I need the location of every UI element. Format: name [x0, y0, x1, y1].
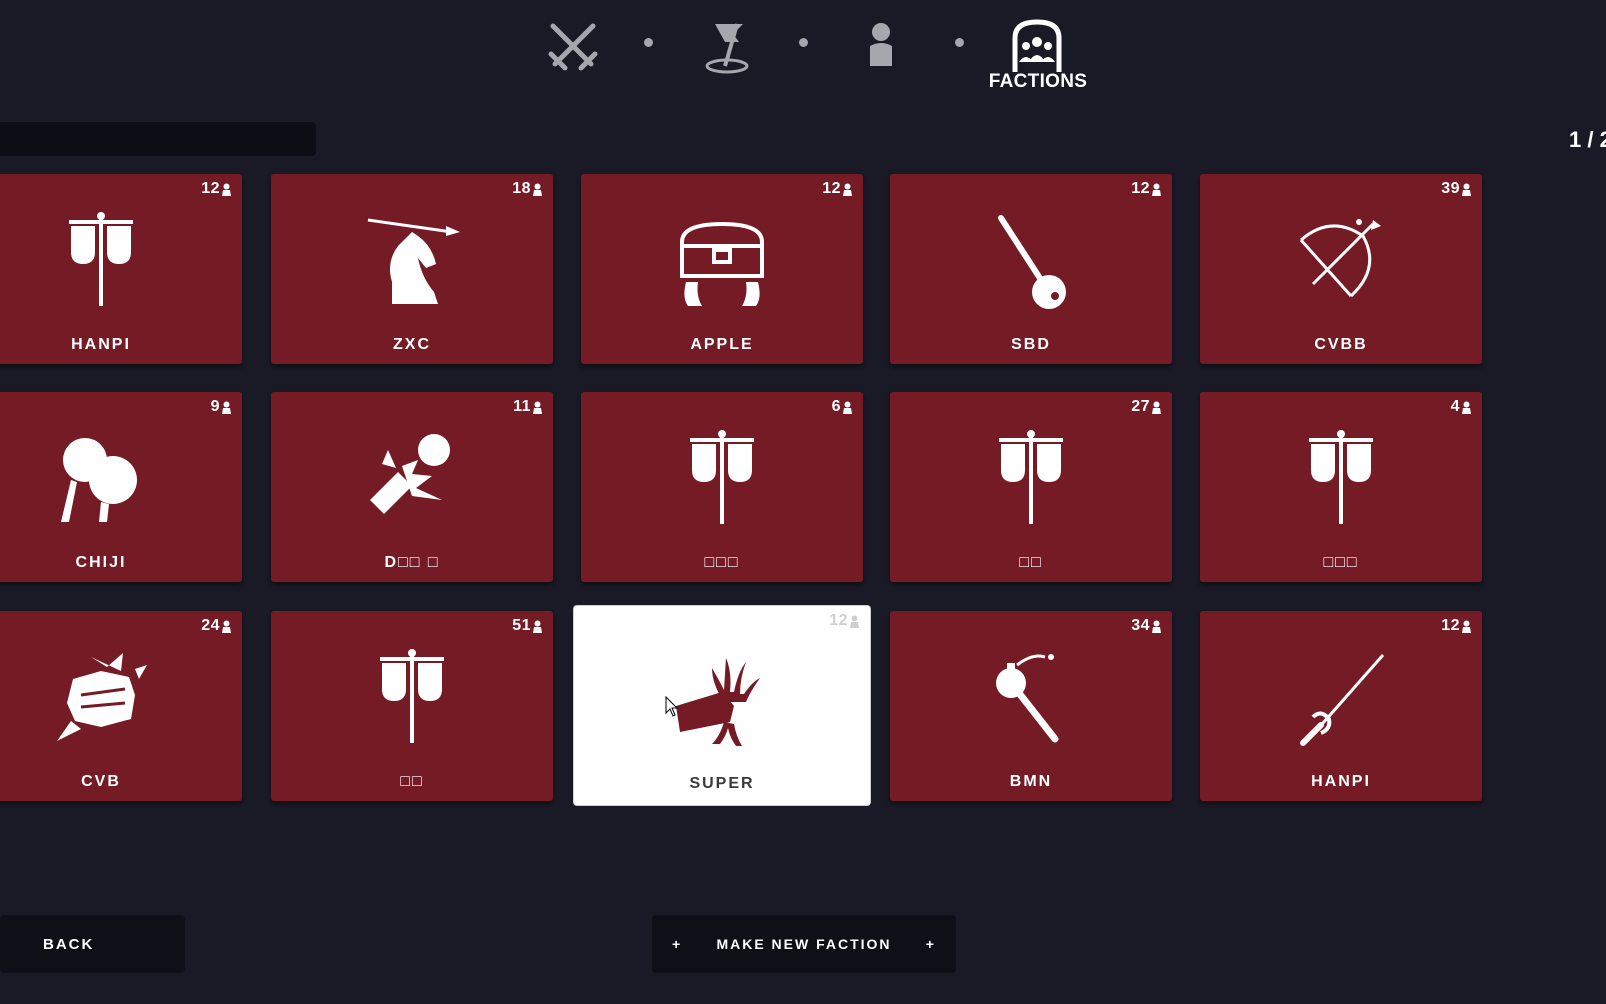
- make-new-faction-label: MAKE NEW FACTION: [716, 936, 892, 952]
- faction-card[interactable]: 18 ZXC: [271, 174, 553, 364]
- faction-name: □□□: [1323, 554, 1359, 571]
- pawn-icon: [533, 183, 542, 196]
- pawn-icon: [222, 620, 231, 633]
- pawn-icon: [843, 401, 852, 414]
- pawn-icon: [1152, 620, 1161, 633]
- back-button[interactable]: BACK: [0, 915, 185, 973]
- faction-card[interactable]: 12 HANPI: [0, 174, 242, 364]
- faction-name: □□: [400, 773, 424, 790]
- bow-icon: [1291, 212, 1391, 312]
- faction-group-icon[interactable]: [1009, 18, 1065, 74]
- mouse-cursor-icon: [665, 696, 679, 717]
- member-count: 18: [512, 180, 543, 198]
- faction-name: APPLE: [690, 336, 754, 353]
- plus-icon: +: [672, 936, 683, 952]
- faction-card[interactable]: 6 □□□: [581, 392, 863, 582]
- pawn-icon: [533, 401, 542, 414]
- rapier-icon: [1291, 649, 1391, 749]
- member-count: 12: [829, 612, 860, 630]
- flying-fist-icon: [362, 430, 462, 530]
- nav-separator-dot: [799, 38, 808, 47]
- member-count: 11: [513, 398, 543, 416]
- crossed-swords-icon[interactable]: [543, 16, 603, 76]
- horse-icon: [362, 212, 462, 312]
- member-count: 27: [1131, 398, 1162, 416]
- faction-name: HANPI: [1311, 773, 1371, 790]
- banjo-icon: [981, 212, 1081, 312]
- faction-card[interactable]: 11 D□□ □: [271, 392, 553, 582]
- active-step-label: FACTIONS: [988, 71, 1088, 92]
- member-count: 39: [1441, 180, 1472, 198]
- faction-name: ZXC: [393, 336, 431, 353]
- faction-name: CHIJI: [75, 554, 127, 571]
- member-count: 6: [832, 398, 853, 416]
- top-navigation: FACTIONS: [0, 0, 1606, 100]
- page-indicator: 1 / 2: [1569, 127, 1606, 152]
- banner-icon: [362, 649, 462, 749]
- faction-name: HANPI: [71, 336, 131, 353]
- pawn-icon: [843, 183, 852, 196]
- member-count: 12: [1441, 617, 1472, 635]
- pawn-icon: [222, 183, 231, 196]
- back-button-label: BACK: [43, 935, 95, 953]
- member-count: 12: [201, 180, 232, 198]
- banner-icon: [1291, 430, 1391, 530]
- member-count: 4: [1451, 398, 1472, 416]
- faction-card[interactable]: 51 □□: [271, 611, 553, 801]
- nav-separator-dot: [955, 38, 964, 47]
- pawn-icon: [1462, 620, 1471, 633]
- faction-name: CVB: [81, 773, 121, 790]
- flag-icon[interactable]: [697, 16, 757, 76]
- faction-name: CVBB: [1314, 336, 1368, 353]
- trees-icon: [51, 430, 151, 530]
- faction-card[interactable]: 12 APPLE: [581, 174, 863, 364]
- faction-card[interactable]: 9 CHIJI: [0, 392, 242, 582]
- fist-icon: [51, 649, 151, 749]
- faction-search-input[interactable]: [0, 122, 316, 156]
- faction-card[interactable]: 12 SBD: [890, 174, 1172, 364]
- faction-name: D□□ □: [384, 554, 440, 571]
- pawn-icon: [1462, 183, 1471, 196]
- faction-card[interactable]: 39 CVBB: [1200, 174, 1482, 364]
- member-count: 9: [211, 398, 232, 416]
- grain-hand-icon: [672, 652, 772, 752]
- pawn-icon: [1152, 401, 1161, 414]
- member-count: 12: [822, 180, 853, 198]
- member-count: 51: [512, 617, 543, 635]
- member-count: 34: [1131, 617, 1162, 635]
- faction-card[interactable]: 34 BMN: [890, 611, 1172, 801]
- faction-name: BMN: [1009, 773, 1053, 790]
- pawn-icon: [1462, 401, 1471, 414]
- pawn-icon: [533, 620, 542, 633]
- member-count: 12: [1131, 180, 1162, 198]
- faction-name: SUPER: [689, 775, 755, 792]
- nav-separator-dot: [644, 38, 653, 47]
- chest-icon: [672, 212, 772, 312]
- plus-icon: +: [925, 936, 936, 952]
- banner-icon: [51, 212, 151, 312]
- faction-name: □□□: [704, 554, 740, 571]
- faction-card-selected[interactable]: 12 SUPER: [574, 606, 870, 805]
- make-new-faction-button[interactable]: + MAKE NEW FACTION +: [652, 915, 956, 973]
- pawn-icon: [1152, 183, 1161, 196]
- faction-card[interactable]: 27 □□: [890, 392, 1172, 582]
- faction-name: □□: [1019, 554, 1043, 571]
- banner-icon: [672, 430, 772, 530]
- banner-icon: [981, 430, 1081, 530]
- member-count: 24: [201, 617, 232, 635]
- faction-card[interactable]: 12 HANPI: [1200, 611, 1482, 801]
- pawn-icon: [850, 615, 859, 628]
- pawn-icon: [222, 401, 231, 414]
- faction-card[interactable]: 24 CVB: [0, 611, 242, 801]
- faction-card[interactable]: 4 □□□: [1200, 392, 1482, 582]
- bomb-mace-icon: [981, 649, 1081, 749]
- faction-name: SBD: [1011, 336, 1051, 353]
- person-icon[interactable]: [851, 16, 911, 76]
